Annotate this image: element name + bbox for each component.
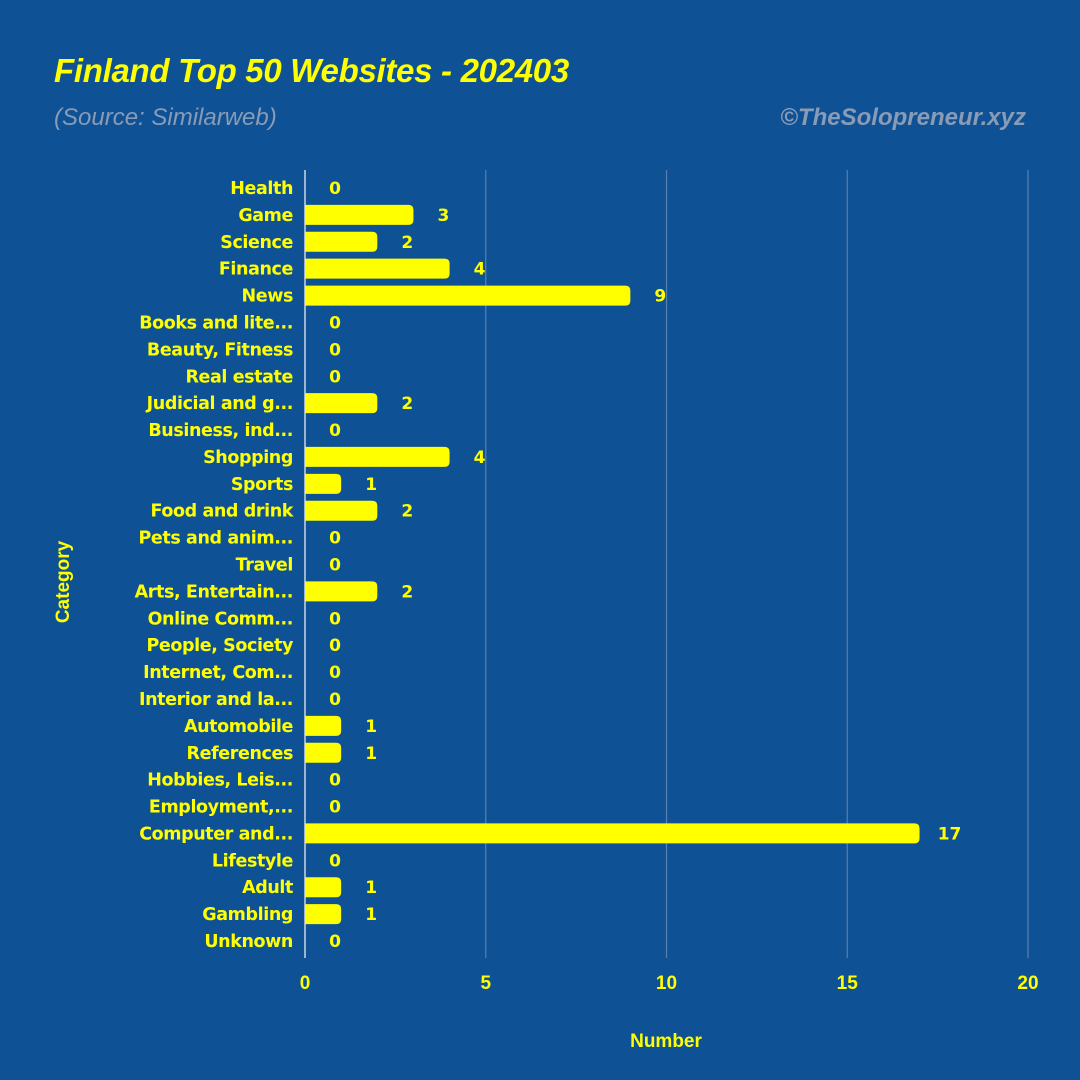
value-label: 0 [329,932,341,952]
value-label: 3 [438,206,450,226]
x-tick-label: 10 [656,973,677,994]
category-label: Finance [219,260,294,280]
value-label: 2 [401,233,413,253]
category-label: Unknown [204,932,293,952]
value-label: 2 [401,582,413,602]
category-label: Books and lite... [139,313,293,333]
bar [305,446,450,467]
category-label: Lifestyle [212,851,294,871]
category-label: Arts, Entertain... [135,582,293,602]
category-label: Internet, Com... [143,663,293,683]
x-tick-label: 15 [837,973,859,994]
category-labels: Health Game Science Finance News Books and li… [135,179,295,952]
category-label: Business, ind... [148,421,293,441]
category-label: Health [230,179,293,199]
value-label: 1 [365,475,377,495]
category-label: Interior and la... [139,690,293,710]
category-label: Science [220,233,293,253]
category-label: Sports [231,475,293,495]
category-label: Judicial and g... [146,394,293,414]
value-label: 0 [329,771,341,791]
bar [305,581,378,602]
category-label: Pets and anim... [138,529,293,549]
category-label: Employment,... [149,798,293,818]
bar [305,285,631,306]
value-label: 0 [329,340,341,360]
bar [305,715,342,736]
category-label: Online Comm... [148,609,293,629]
y-axis-title: Category [53,540,74,623]
category-label: Food and drink [151,502,294,522]
value-label: 0 [329,313,341,333]
x-axis-ticks: 0 5 10 15 20 [300,973,1039,994]
value-label: 0 [329,556,341,576]
value-label: 0 [329,690,341,710]
value-label: 1 [365,717,377,737]
bar [305,904,342,925]
category-label: Hobbies, Leis... [147,771,293,791]
bar-chart: Health Game Science Finance News Books and li… [53,170,1039,1052]
value-label: 0 [329,663,341,683]
bar [305,231,378,252]
category-label: References [187,744,293,764]
value-label: 1 [365,905,377,925]
bar [305,823,920,844]
bar [305,500,378,521]
category-label: Game [238,206,293,226]
bar [305,473,342,494]
category-label: Travel [236,556,293,576]
value-label: 0 [329,367,341,387]
bar [305,877,342,898]
value-label: 0 [329,421,341,441]
value-label: 0 [329,851,341,871]
category-label: Real estate [185,367,293,387]
value-label: 4 [474,260,486,280]
bar [305,204,414,225]
category-label: Computer and... [139,824,293,844]
bars [305,204,920,925]
category-label: Gambling [202,905,293,925]
bar [305,258,450,279]
value-label: 17 [938,824,962,844]
value-label: 0 [329,179,341,199]
x-tick-label: 20 [1017,973,1038,994]
category-label: Automobile [184,717,294,737]
category-label: Shopping [203,448,293,468]
value-label: 2 [401,502,413,522]
value-label: 0 [329,636,341,656]
value-label: 1 [365,878,377,898]
value-label: 2 [401,394,413,414]
x-tick-label: 0 [300,973,311,994]
x-axis-title: Number [630,1031,702,1052]
value-label: 4 [474,448,486,468]
x-tick-label: 5 [480,973,491,994]
value-label: 0 [329,609,341,629]
value-label: 9 [654,287,666,307]
category-label: People, Society [147,636,294,656]
category-label: News [242,287,294,307]
bar [305,393,378,414]
value-label: 1 [365,744,377,764]
category-label: Adult [242,878,293,898]
bar [305,742,342,763]
category-label: Beauty, Fitness [147,340,293,360]
value-label: 0 [329,529,341,549]
value-label: 0 [329,798,341,818]
